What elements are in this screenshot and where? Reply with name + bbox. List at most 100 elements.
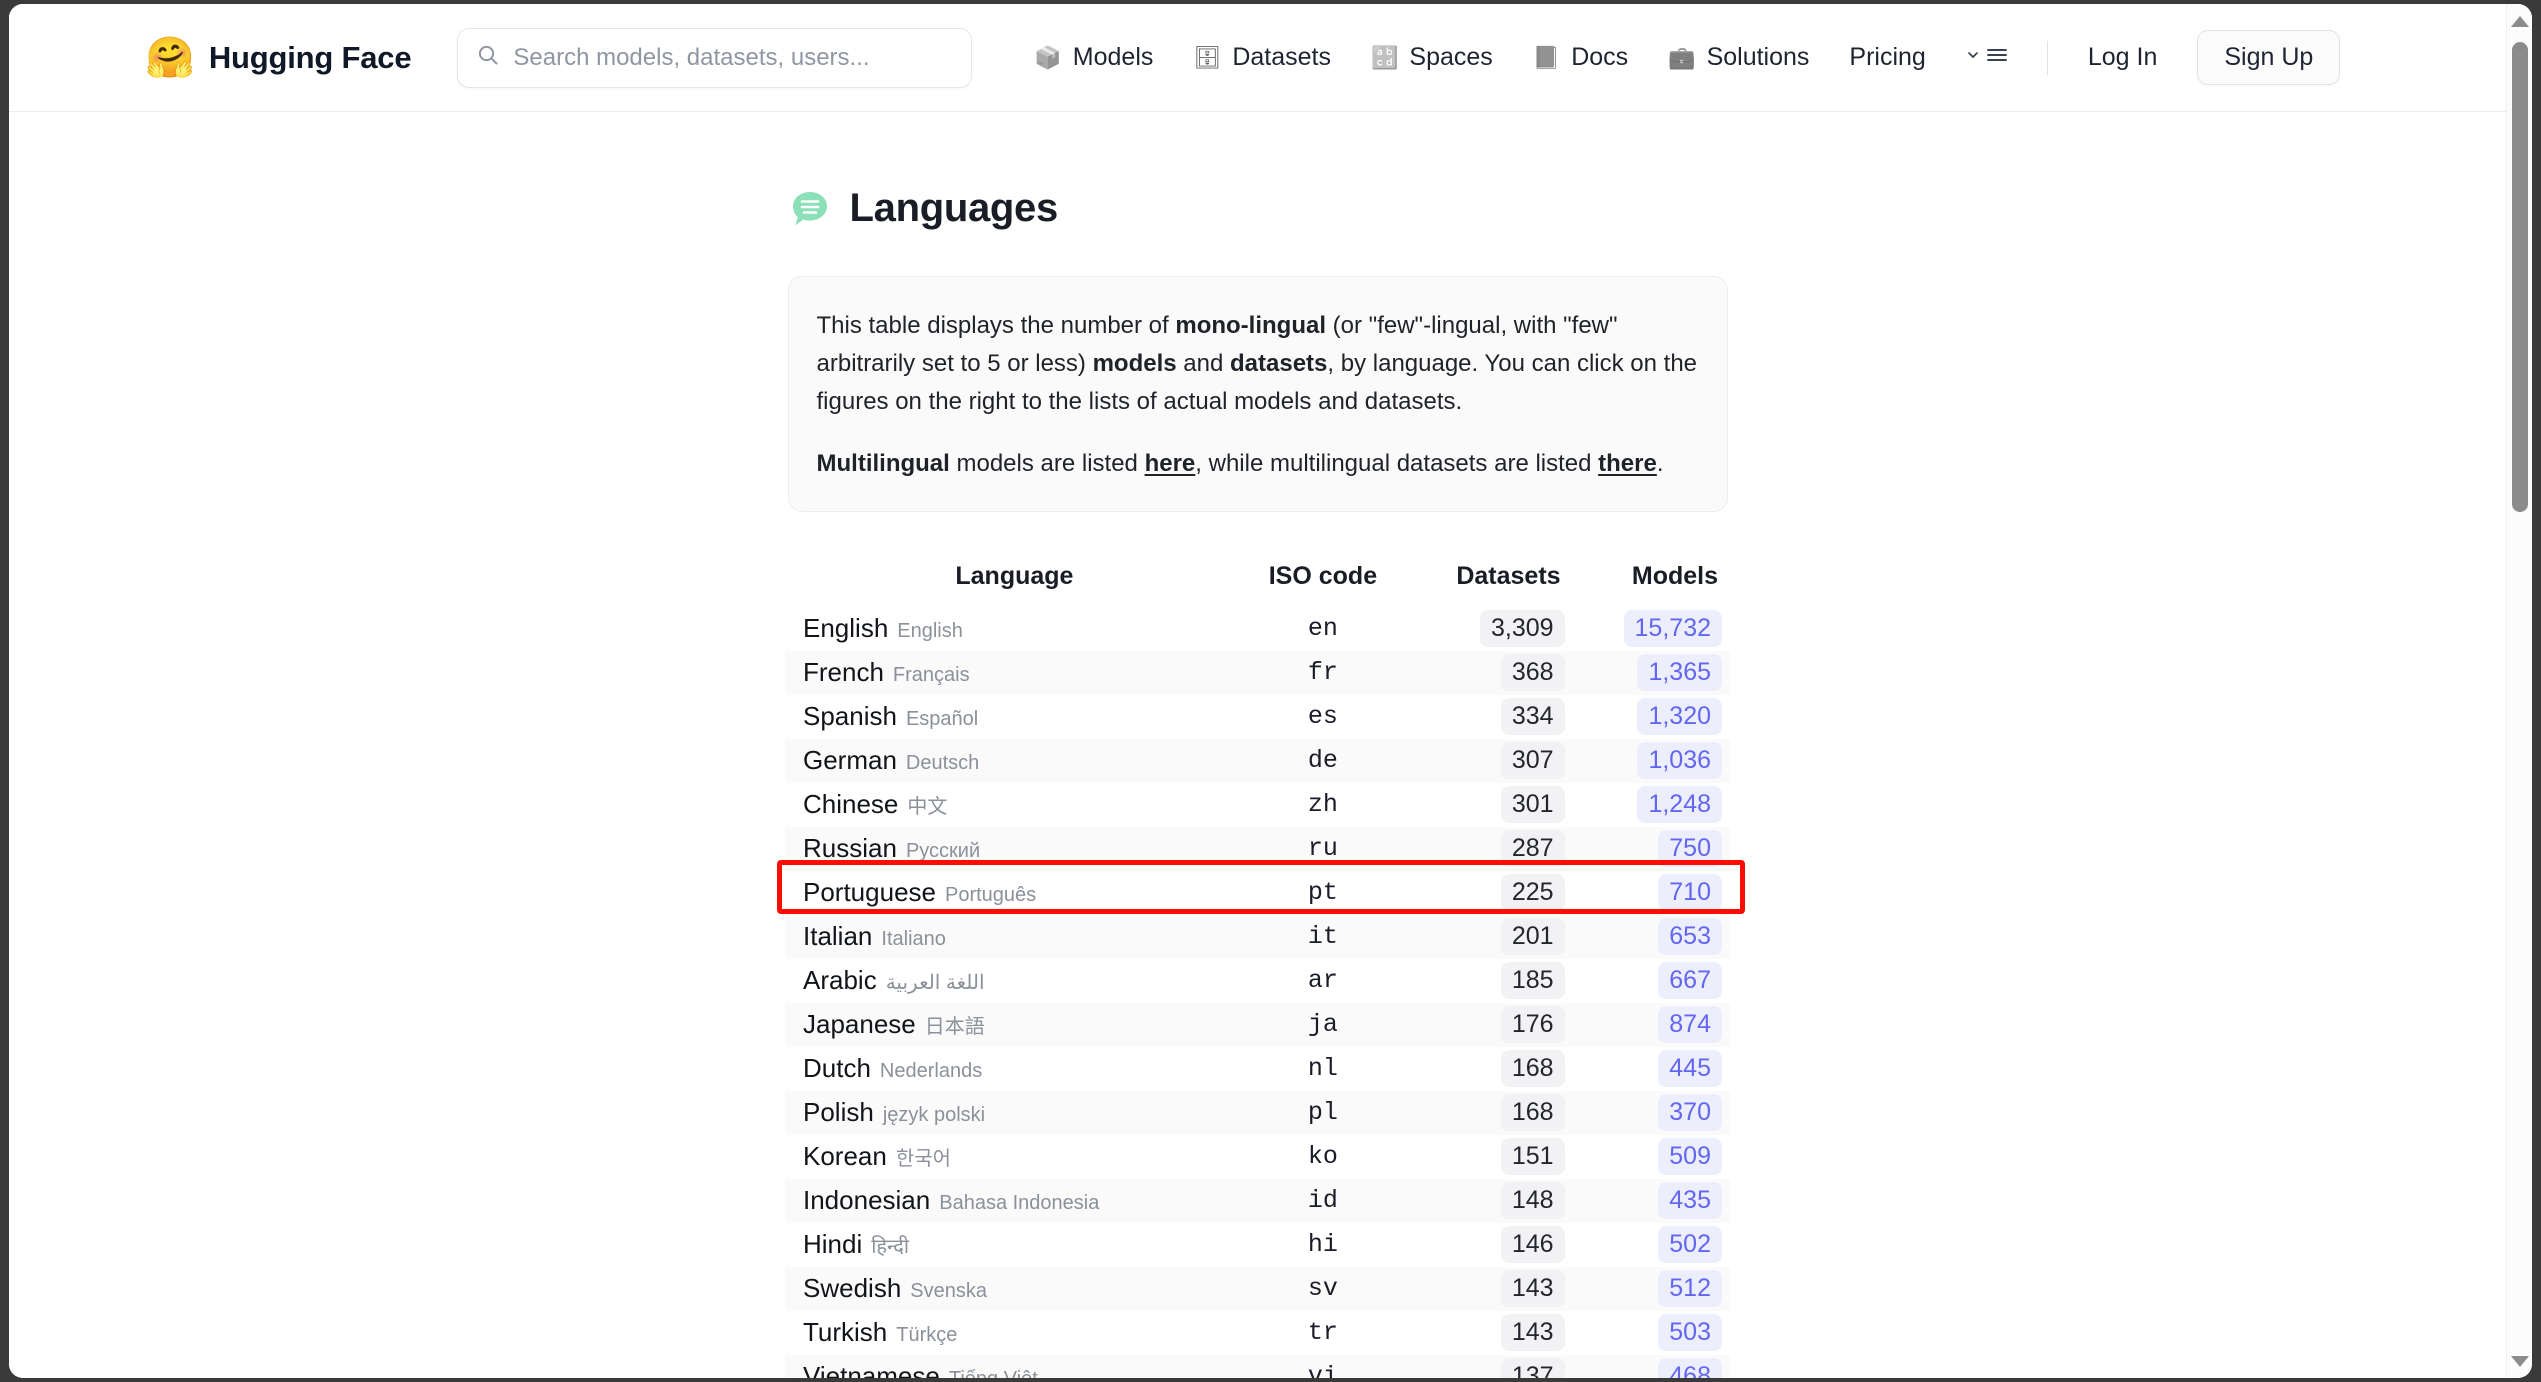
language-native-name: język polski [882,1104,986,1127]
hugging-face-logo-link[interactable]: 🤗 Hugging Face [145,38,412,78]
datasets-count-pill[interactable]: 137 [1500,1358,1565,1378]
nav-item-docs[interactable]: 📕 Docs [1513,33,1648,82]
models-count-pill[interactable]: 1,248 [1637,786,1722,824]
table-row: Hindi हिन्दी hi 146 502 [785,1223,1730,1267]
datasets-count-pill[interactable]: 151 [1500,1138,1565,1176]
cell-models: 874 [1575,1003,1730,1047]
models-count-pill[interactable]: 710 [1658,874,1722,912]
datasets-count-pill[interactable]: 368 [1500,654,1565,692]
table-row: Indonesian Bahasa Indonesia id 148 435 [785,1178,1730,1223]
models-count-pill[interactable]: 509 [1658,1138,1722,1176]
models-count-pill[interactable]: 667 [1658,962,1722,1000]
cell-datasets: 137 [1402,1355,1575,1378]
datasets-count-pill[interactable]: 287 [1500,830,1565,868]
nav-item-solutions[interactable]: 💼 Solutions [1648,33,1829,82]
cell-models: 667 [1575,959,1730,1003]
nav-item-pricing[interactable]: Pricing [1829,33,1945,82]
models-count-pill[interactable]: 502 [1658,1226,1722,1264]
cell-models: 502 [1575,1223,1730,1267]
cell-iso-code: id [1307,1186,1338,1216]
language-name: Polish [803,1097,874,1128]
search-input[interactable] [513,43,954,72]
cell-language: Hindi हिन्दी [785,1223,1244,1267]
datasets-count-pill[interactable]: 143 [1500,1270,1565,1308]
scrollbar-thumb[interactable] [2512,42,2528,512]
language-name: Spanish [803,701,897,732]
language-native-name: Português [944,884,1037,907]
datasets-count-pill[interactable]: 225 [1500,874,1565,912]
table-row: English English en 3,309 15,732 [785,607,1730,651]
header-divider [2046,40,2048,75]
nav-more-menu-button[interactable] [1952,35,2023,80]
nav-item-spaces[interactable]: 🔡 Spaces [1351,33,1513,82]
table-row: Italian Italiano it 201 653 [785,914,1730,959]
cell-iso-code: en [1307,614,1338,644]
datasets-count-pill[interactable]: 185 [1500,962,1565,1000]
datasets-count-pill[interactable]: 307 [1500,742,1565,780]
datasets-count-pill[interactable]: 148 [1500,1182,1565,1220]
language-name: Japanese [803,1009,916,1040]
scroll-down-arrow-icon[interactable] [2507,1348,2532,1374]
desc-text: models are listed [949,449,1145,477]
here-link[interactable]: here [1145,450,1196,477]
models-count-pill[interactable]: 503 [1658,1314,1722,1352]
models-count-pill[interactable]: 1,365 [1637,654,1722,692]
datasets-count-pill[interactable]: 168 [1500,1094,1565,1132]
models-count-pill[interactable]: 653 [1658,918,1722,956]
table-row: Swedish Svenska sv 143 512 [785,1266,1730,1311]
language-name: Indonesian [803,1185,931,1216]
vertical-scrollbar[interactable] [2506,4,2532,1378]
models-count-pill[interactable]: 445 [1658,1050,1722,1088]
table-row: Polish język polski pl 168 370 [785,1090,1730,1135]
datasets-count-pill[interactable]: 201 [1500,918,1565,956]
search-box[interactable] [457,27,973,88]
cube-icon: 📦 [1034,44,1062,70]
datasets-count-pill[interactable]: 146 [1500,1226,1565,1264]
models-count-pill[interactable]: 435 [1658,1182,1722,1220]
models-count-pill[interactable]: 750 [1658,830,1722,868]
description-paragraph-2: Multilingual models are listed here, whi… [817,445,1699,483]
cell-datasets: 148 [1402,1179,1575,1223]
language-name: Chinese [803,789,899,820]
datasets-count-pill[interactable]: 3,309 [1480,610,1565,648]
nav-label: Models [1072,43,1154,71]
cell-iso-code: tr [1307,1318,1338,1348]
cell-language: Turkish Türkçe [785,1311,1244,1355]
cell-datasets: 3,309 [1402,607,1575,651]
login-link[interactable]: Log In [2078,35,2168,80]
cell-models: 435 [1575,1179,1730,1223]
datasets-count-pill[interactable]: 168 [1500,1050,1565,1088]
models-count-pill[interactable]: 15,732 [1623,610,1722,648]
nav-item-models[interactable]: 📦 Models [1014,33,1173,82]
table-row: Korean 한국어 ko 151 509 [785,1135,1730,1179]
cell-language: Italian Italiano [785,915,1244,959]
nav-item-datasets[interactable]: 🗄 Datasets [1173,33,1351,82]
datasets-count-pill[interactable]: 334 [1500,698,1565,736]
table-row: German Deutsch de 307 1,036 [785,738,1730,783]
cell-language: English English [785,607,1244,651]
cell-language: Polish język polski [785,1091,1244,1135]
datasets-count-pill[interactable]: 301 [1500,786,1565,824]
signup-button[interactable]: Sign Up [2197,30,2341,85]
cell-datasets: 151 [1402,1135,1575,1179]
there-link[interactable]: there [1598,450,1657,477]
datasets-count-pill[interactable]: 176 [1500,1006,1565,1044]
desc-bold-mono-lingual: mono-lingual [1175,312,1327,339]
models-count-pill[interactable]: 1,036 [1637,742,1722,780]
table-row: Chinese 中文 zh 301 1,248 [785,783,1730,827]
cell-models: 653 [1575,915,1730,959]
language-name: Hindi [803,1229,863,1260]
page-title: Languages [849,186,1059,230]
cell-datasets: 287 [1402,827,1575,871]
datasets-count-pill[interactable]: 143 [1500,1314,1565,1352]
cell-language: Japanese 日本語 [785,1003,1244,1047]
cell-datasets: 168 [1402,1091,1575,1135]
models-count-pill[interactable]: 370 [1658,1094,1722,1132]
languages-table: Language ISO code Datasets Models Englis… [785,562,1730,1378]
models-count-pill[interactable]: 874 [1658,1006,1722,1044]
models-count-pill[interactable]: 468 [1658,1358,1722,1378]
nav-label: Spaces [1409,43,1493,71]
models-count-pill[interactable]: 1,320 [1637,698,1722,736]
scroll-up-arrow-icon[interactable] [2507,8,2532,34]
models-count-pill[interactable]: 512 [1658,1270,1722,1308]
